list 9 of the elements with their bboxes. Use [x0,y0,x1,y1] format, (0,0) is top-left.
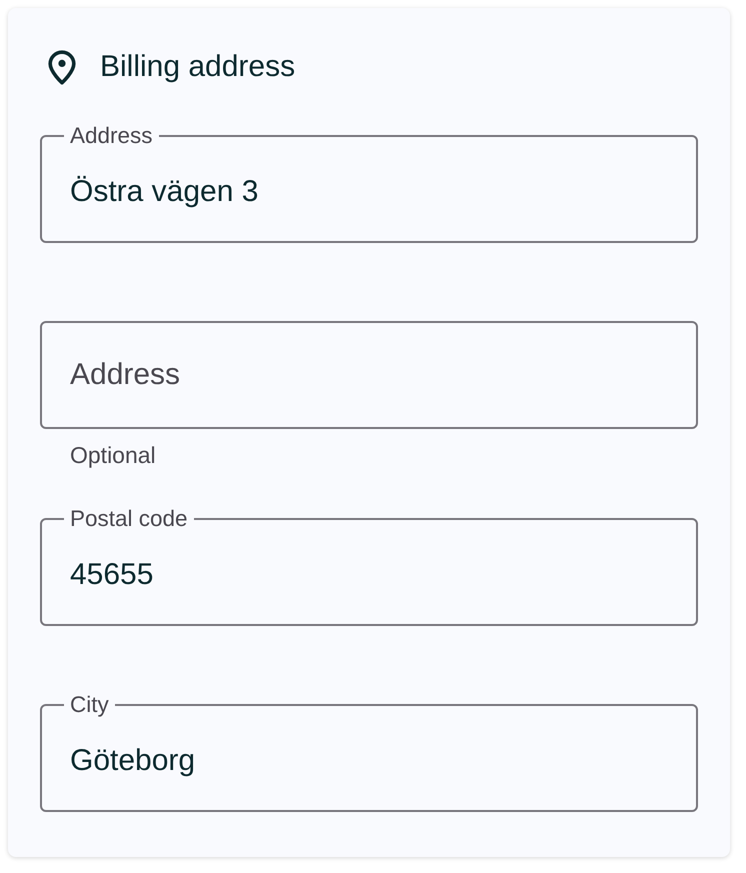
location-pin-icon [48,50,76,84]
helper-text: Optional [70,441,156,470]
field-input[interactable]: Östra vägen 3 [70,149,668,241]
section-title: Billing address [100,49,296,85]
field-label: Postal code [69,506,189,532]
field-label: Address [69,123,154,149]
field-input[interactable]: Göteborg [70,718,668,810]
field-input[interactable]: 45655 [70,532,668,624]
field-label: City [69,692,110,718]
